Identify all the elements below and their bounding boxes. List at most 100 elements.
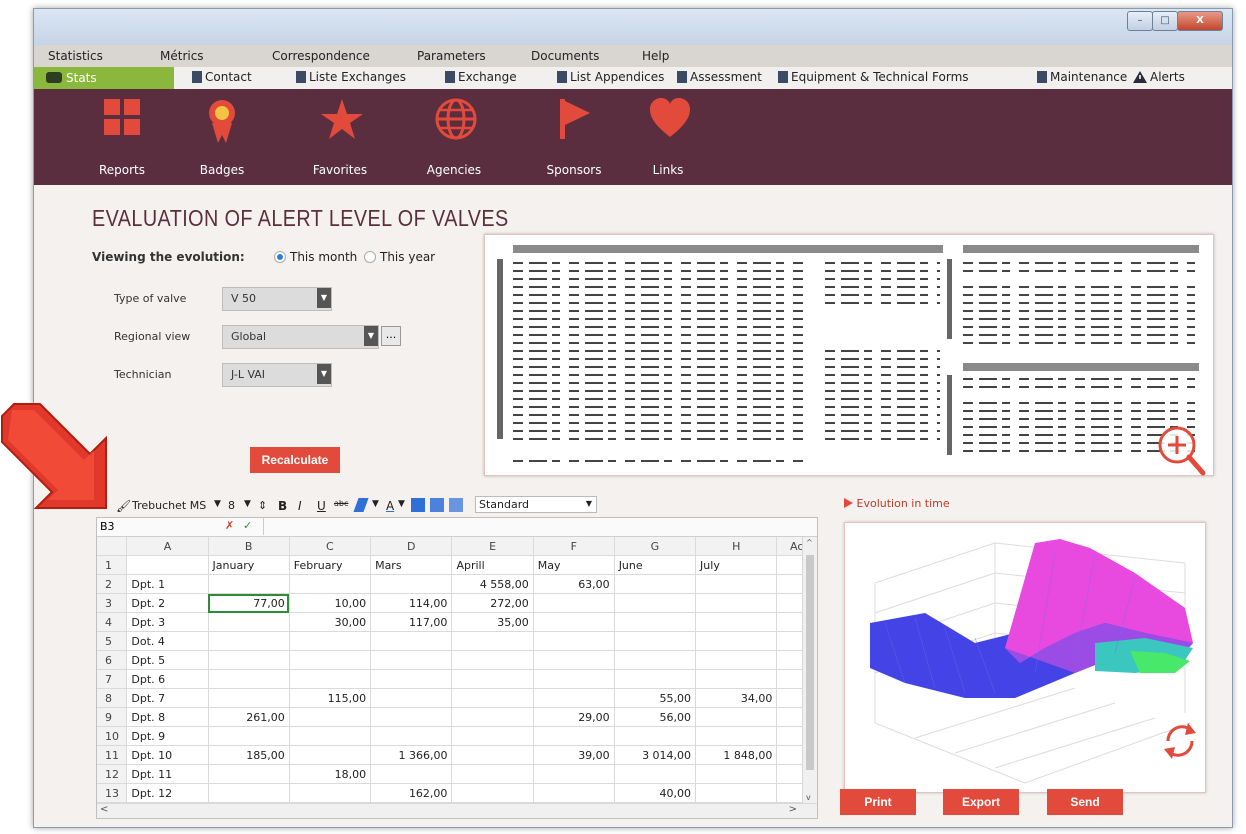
- cell[interactable]: [533, 669, 615, 689]
- nav-favorites[interactable]: Favorites: [300, 89, 380, 185]
- highlight-icon[interactable]: [353, 498, 369, 512]
- cell[interactable]: 3 014,00: [614, 745, 697, 765]
- column-header[interactable]: F: [533, 537, 615, 556]
- cell[interactable]: [451, 707, 534, 727]
- cell[interactable]: [451, 783, 534, 803]
- export-button[interactable]: Export: [943, 789, 1019, 815]
- menu-metrics[interactable]: Métrics: [160, 49, 204, 63]
- cell[interactable]: 115,00: [289, 688, 372, 708]
- close-button[interactable]: X: [1177, 11, 1223, 31]
- cell[interactable]: July: [695, 555, 778, 575]
- technician-select[interactable]: J-L VAI ▼: [222, 363, 332, 387]
- cell[interactable]: [533, 593, 615, 613]
- minimize-button[interactable]: –: [1127, 11, 1153, 31]
- row-header[interactable]: 6: [97, 650, 128, 670]
- cell[interactable]: 10,00: [289, 593, 372, 613]
- column-header[interactable]: B: [208, 537, 290, 556]
- tab-assessment[interactable]: Assessment: [677, 70, 762, 84]
- nav-badges[interactable]: Badges: [182, 89, 262, 185]
- row-header[interactable]: 1: [97, 555, 128, 575]
- row-header[interactable]: 11: [97, 745, 128, 765]
- chevron-down-icon[interactable]: ▼: [214, 499, 221, 509]
- radio-this-month[interactable]: This month: [274, 250, 357, 264]
- chevron-up-icon[interactable]: ^: [806, 538, 813, 547]
- nav-reports[interactable]: Reports: [82, 89, 162, 185]
- row-header[interactable]: 2: [97, 574, 128, 594]
- row-header[interactable]: 8: [97, 688, 128, 708]
- spreadsheet[interactable]: B3 ✗ ✓ A B C D E F G H Ac 1 January Febr…: [96, 517, 818, 819]
- column-header[interactable]: C: [289, 537, 372, 556]
- column-header[interactable]: D: [370, 537, 453, 556]
- vertical-scrollbar[interactable]: ^ v: [802, 537, 817, 803]
- cell[interactable]: 272,00: [451, 593, 534, 613]
- cell[interactable]: [614, 574, 697, 594]
- chevron-left-icon[interactable]: <: [100, 804, 108, 815]
- row-header[interactable]: 7: [97, 669, 128, 689]
- cell[interactable]: Dpt. 8: [126, 707, 209, 727]
- tab-alerts[interactable]: Alerts: [1133, 70, 1185, 84]
- cell[interactable]: [614, 593, 697, 613]
- cell[interactable]: Dpt. 5: [126, 650, 209, 670]
- maximize-button[interactable]: □: [1152, 11, 1178, 31]
- cell[interactable]: [695, 783, 778, 803]
- cell[interactable]: [533, 688, 615, 708]
- cell-reference[interactable]: B3: [100, 520, 115, 533]
- cell[interactable]: [533, 764, 615, 784]
- tab-list-appendices[interactable]: List Appendices: [557, 70, 664, 84]
- tab-maintenance[interactable]: Maintenance: [1037, 70, 1127, 84]
- cell[interactable]: [695, 726, 778, 746]
- menu-help[interactable]: Help: [642, 49, 669, 63]
- cell[interactable]: May: [533, 555, 615, 575]
- row-header[interactable]: 3: [97, 593, 128, 613]
- cell[interactable]: [208, 612, 290, 632]
- cell[interactable]: [451, 764, 534, 784]
- cell[interactable]: [533, 612, 615, 632]
- cell[interactable]: Dpt. 2: [126, 593, 209, 613]
- confirm-icon[interactable]: ✓: [243, 519, 252, 532]
- tab-liste-exchanges[interactable]: Liste Exchanges: [296, 70, 406, 84]
- stepper-icon[interactable]: ⇕: [258, 499, 267, 512]
- font-color-icon[interactable]: A: [386, 499, 394, 513]
- cell[interactable]: 114,00: [370, 593, 453, 613]
- row-header[interactable]: 13: [97, 783, 128, 803]
- cell[interactable]: [208, 631, 290, 651]
- strikethrough-button[interactable]: abc: [334, 499, 348, 508]
- cell[interactable]: [451, 650, 534, 670]
- row-header[interactable]: 12: [97, 764, 128, 784]
- cell[interactable]: [695, 612, 778, 632]
- cell[interactable]: [695, 631, 778, 651]
- cell[interactable]: 40,00: [614, 783, 697, 803]
- number-format-select[interactable]: Standard ▼: [475, 496, 597, 513]
- column-header[interactable]: G: [614, 537, 697, 556]
- underline-button[interactable]: U: [317, 499, 326, 513]
- cell[interactable]: 18,00: [289, 764, 372, 784]
- cell[interactable]: [695, 669, 778, 689]
- cell[interactable]: 185,00: [208, 745, 290, 765]
- menu-parameters[interactable]: Parameters: [417, 49, 486, 63]
- cell[interactable]: [289, 574, 372, 594]
- cell[interactable]: [126, 555, 209, 575]
- align-right-icon[interactable]: [449, 498, 463, 512]
- chevron-down-icon[interactable]: ▼: [398, 499, 405, 509]
- cell[interactable]: February: [289, 555, 372, 575]
- cell[interactable]: [208, 726, 290, 746]
- cell[interactable]: 56,00: [614, 707, 697, 727]
- cell[interactable]: [289, 669, 372, 689]
- cell[interactable]: [208, 574, 290, 594]
- tab-contact[interactable]: Contact: [192, 70, 252, 84]
- cell[interactable]: Dpt. 1: [126, 574, 209, 594]
- align-left-icon[interactable]: [411, 498, 425, 512]
- row-header[interactable]: 4: [97, 612, 128, 632]
- cell[interactable]: [289, 726, 372, 746]
- cell[interactable]: Mars: [370, 555, 453, 575]
- cell[interactable]: [289, 783, 372, 803]
- cell[interactable]: [370, 726, 453, 746]
- cell[interactable]: [695, 593, 778, 613]
- menu-documents[interactable]: Documents: [531, 49, 599, 63]
- cell[interactable]: [370, 764, 453, 784]
- send-button[interactable]: Send: [1047, 789, 1123, 815]
- cell[interactable]: 1 366,00: [370, 745, 453, 765]
- cell[interactable]: Dpt. 7: [126, 688, 209, 708]
- cell[interactable]: [208, 650, 290, 670]
- cell[interactable]: [370, 688, 453, 708]
